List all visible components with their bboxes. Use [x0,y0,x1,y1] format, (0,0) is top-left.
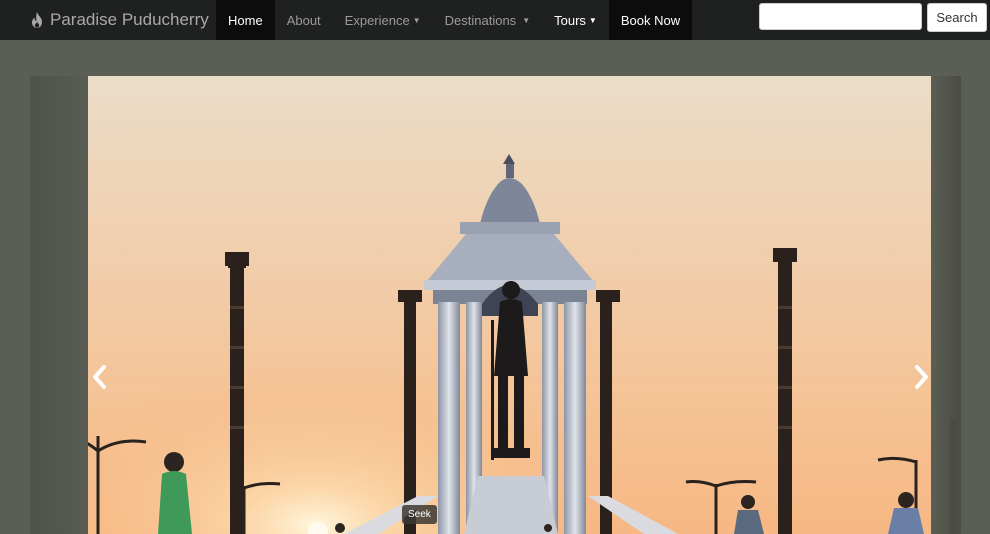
nav-home[interactable]: Home [216,0,275,40]
nav-tours-label: Tours [554,12,586,28]
caret-down-icon: ▼ [412,15,421,25]
nav-book-now[interactable]: Book Now [608,0,693,40]
brand-name: Paradise Puducherry [50,10,209,29]
main-nav: Home About Experience ▼ Destinations ▼ Tou… [216,0,693,40]
search-form: Search [759,3,987,32]
search-input[interactable] [759,3,922,30]
nav-experience[interactable]: Experience ▼ [333,0,433,40]
carousel-side-right [931,76,961,534]
carousel-side-left [30,76,88,534]
search-button[interactable]: Search [927,3,987,32]
chevron-left-icon [93,365,106,389]
gandhi-statue-sunset-image [88,76,931,534]
nav-tours[interactable]: Tours ▼ [542,0,609,40]
nav-experience-label: Experience [344,12,410,28]
caret-down-icon: ▼ [522,15,531,25]
nav-about[interactable]: About [275,0,333,40]
caret-down-icon: ▼ [588,15,597,25]
flame-icon [32,12,42,28]
nav-destinations[interactable]: Destinations ▼ [433,0,542,40]
carousel-next-button[interactable] [913,364,931,396]
top-navbar: Paradise Puducherry Home About Experienc… [0,0,990,40]
brand-link[interactable]: Paradise Puducherry [0,10,216,30]
nav-destinations-label: Destinations [444,12,517,28]
chevron-right-icon [915,365,928,389]
hero-carousel: Seek [30,76,961,534]
seek-tooltip: Seek [402,505,437,524]
carousel-prev-button[interactable] [90,364,108,396]
